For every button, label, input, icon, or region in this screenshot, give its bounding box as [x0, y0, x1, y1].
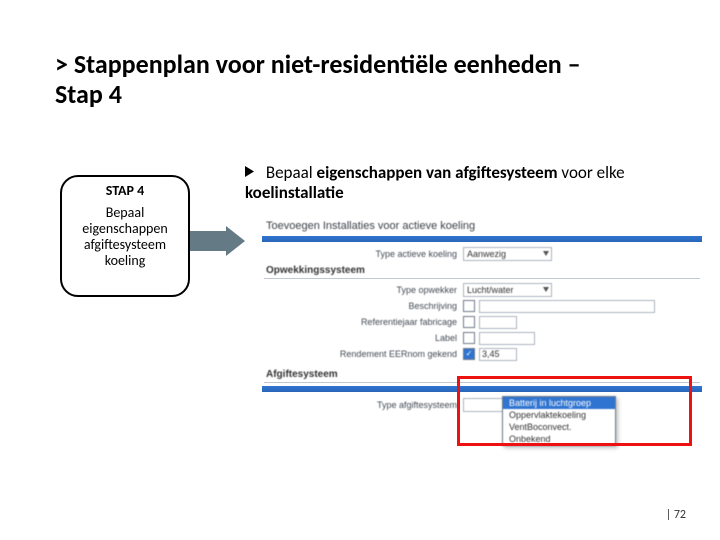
dropdown-type-opwekker[interactable]: Lucht/water	[463, 283, 552, 297]
step-line: afgiftesysteem	[66, 237, 184, 253]
text-input[interactable]: 3,45	[479, 348, 517, 361]
title-prefix: >	[55, 48, 74, 80]
step-line: eigenschappen	[66, 221, 184, 237]
bullet-icon	[245, 166, 256, 177]
step-line: koeling	[66, 253, 184, 269]
bullet-bold: koelinstallatie	[245, 182, 344, 203]
page-number: | 72	[666, 508, 686, 522]
dropdown-option[interactable]: Onbekend	[503, 433, 615, 445]
field-label: Type opwekker	[262, 285, 463, 295]
form-screenshot: Toevoegen Installaties voor actieve koel…	[262, 218, 702, 448]
accent-bar	[262, 236, 702, 242]
dropdown-option[interactable]: Oppervlaktekoeling	[503, 409, 615, 421]
bullet-item: Bepaal eigenschappen van afgiftesysteem …	[245, 163, 685, 204]
arrow-right	[190, 226, 245, 256]
step-box: STAP 4 Bepaal eigenschappen afgiftesyste…	[60, 175, 190, 297]
dropdown-type-actief[interactable]: Aanwezig	[463, 247, 552, 261]
field-label: Rendement EERnom gekend	[262, 349, 463, 359]
checkbox[interactable]	[463, 316, 475, 328]
field-label: Type actieve koeling	[262, 249, 463, 259]
bullet-text: voor elke	[561, 162, 624, 183]
title-line2: Stap 4	[55, 78, 122, 110]
bullet-text: Bepaal	[266, 162, 317, 183]
dropdown-option[interactable]: Batterij in luchtgroep	[503, 397, 615, 409]
slide-title: > Stappenplan voor niet-residentiële een…	[55, 50, 675, 110]
checkbox[interactable]	[463, 332, 475, 344]
form-row: Type actieve koeling Aanwezig	[262, 246, 702, 262]
dropdown-option[interactable]: VentBoconvect.	[503, 421, 615, 433]
field-label: Label	[262, 333, 463, 343]
step-heading: STAP 4	[66, 183, 184, 199]
text-input[interactable]	[479, 316, 517, 329]
field-label: Beschrijving	[262, 301, 463, 311]
accent-bar	[262, 386, 702, 392]
section-label: Afgiftesysteem	[262, 366, 702, 382]
checkbox-checked[interactable]: ✓	[463, 348, 475, 360]
text-input[interactable]	[479, 300, 655, 313]
bullet-bold: eigenschappen van afgiftesysteem	[317, 162, 562, 183]
form-title: Toevoegen Installaties voor actieve koel…	[262, 218, 702, 236]
dropdown-menu[interactable]: Batterij in luchtgroep Oppervlaktekoelin…	[502, 396, 616, 446]
field-label: Referentiejaar fabricage	[262, 317, 463, 327]
checkbox[interactable]	[463, 300, 475, 312]
section-label: Opwekkingssysteem	[262, 262, 702, 278]
text-input[interactable]	[479, 332, 535, 345]
step-line: Bepaal	[66, 205, 184, 221]
title-line1: Stappenplan voor niet-residentiële eenhe…	[74, 48, 581, 80]
field-label: Type afgiftesysteem	[262, 400, 463, 410]
